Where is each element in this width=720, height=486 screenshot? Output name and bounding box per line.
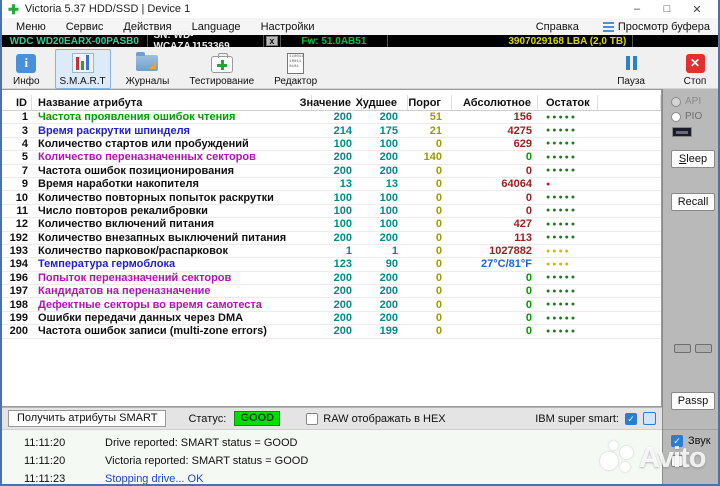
pause-icon (625, 56, 637, 70)
test-button[interactable]: Тестирование (184, 49, 259, 89)
menu-item-service[interactable]: Сервис (60, 21, 118, 33)
table-row[interactable]: 193 Количество парковок/распарковок 1 1 0 102… (2, 245, 661, 259)
device-firmware: Fw: 51.0AB51 (281, 35, 388, 47)
table-row[interactable]: 194 Температура гермоблока 123 90 0 27°C/81°F… (2, 258, 661, 272)
log-panel: 11:11:20 Drive reported: SMART status = G… (2, 429, 662, 484)
device-capacity: 3907029168 LBA (2,0 TB) (400, 35, 634, 47)
menu-item-menu[interactable]: Меню (10, 21, 60, 33)
status-label: Статус: (188, 412, 227, 425)
logs-button[interactable]: Журналы (121, 49, 175, 89)
raw-hex-checkbox-box[interactable] (306, 412, 319, 425)
maximize-button[interactable]: □ (652, 3, 682, 16)
device-model[interactable]: WDC WD20EARX-00PASB0 (2, 35, 148, 47)
header-value: Значение (300, 95, 362, 110)
app-plus-icon: ✚ (8, 1, 19, 17)
recall-button[interactable]: Recall (671, 193, 715, 211)
log-row: 11:11:20 Drive reported: SMART status = G… (24, 437, 298, 449)
log-entries: 11:11:20 Drive reported: SMART status = G… (2, 434, 662, 484)
api-radio-circle[interactable] (671, 96, 681, 107)
close-button[interactable]: ✕ (682, 3, 712, 16)
header-remain: Остаток (538, 95, 598, 110)
sound-label: Звук (688, 435, 711, 447)
table-row[interactable]: 196 Попыток переназначений секторов 200 200… (2, 272, 661, 286)
header-absolute: Абсолютное (452, 95, 538, 110)
menu-bar: Меню Сервис Действия Language Настройки … (2, 18, 718, 35)
buffer-view-button[interactable]: Просмотр буфера (593, 21, 710, 33)
menu-item-help[interactable]: Справка (530, 21, 593, 33)
smart-table-body: 1 Частота проявления ошибок чтения 200 200 5… (2, 111, 661, 339)
raw-hex-checkbox[interactable]: RAW отображать в HEX (306, 412, 446, 425)
table-row[interactable]: 197 Кандидатов на переназначение 200 200 0 0 ●… (2, 285, 661, 299)
device-bar: WDC WD20EARX-00PASB0 SN: WD-WCAZAJ153369… (2, 30, 718, 52)
stop-button[interactable]: ✕ Стоп (678, 49, 712, 89)
minimize-button[interactable]: – (622, 3, 652, 16)
victoria-window: ✚ Victoria 5.37 HDD/SSD | Device 1 – □ ✕… (0, 0, 720, 486)
status-bar: Получить атрибуты SMART Статус: GOOD RAW… (2, 407, 662, 429)
header-worst: Худшее (356, 95, 408, 110)
raw-hex-label: RAW отображать в HEX (323, 412, 446, 425)
folder-icon (136, 52, 159, 71)
table-row[interactable]: 5 Количество переназначенных секторов 200 2… (2, 151, 661, 165)
toolbar: i Инфо S.M.A.R.T Журналы Тестирование 11… (2, 47, 718, 89)
activity-led (672, 127, 692, 137)
table-row[interactable]: 7 Частота ошибок позиционирования 200 200 0 0… (2, 165, 661, 178)
stop-icon: ✕ (685, 53, 705, 73)
pause-button[interactable]: Пауза (612, 49, 650, 89)
table-row[interactable]: 200 Частота ошибок записи (multi-zone err… (2, 325, 661, 339)
second-checkbox[interactable] (671, 455, 711, 467)
table-row[interactable]: 4 Количество стартов или пробуждений 100 10… (2, 138, 661, 152)
log-row: 11:11:20 Victoria reported: SMART status … (24, 455, 309, 467)
window-title: Victoria 5.37 HDD/SSD | Device 1 (24, 3, 191, 15)
table-row[interactable]: 198 Дефектные секторы во время самотеста 2… (2, 298, 661, 312)
ibm-extra-toggle[interactable] (643, 412, 656, 425)
status-badge: GOOD (234, 411, 281, 426)
table-row[interactable]: 10 Количество повторных попыток раскрутки… (2, 191, 661, 205)
pio-radio-circle[interactable] (671, 111, 681, 122)
table-row[interactable]: 3 Время раскрутки шпинделя 214 175 21 4275 ●●●… (2, 124, 661, 138)
smart-button[interactable]: S.M.A.R.T (54, 49, 111, 89)
ibm-super-smart-checkbox[interactable]: ✓ (625, 412, 637, 425)
buffer-view-label: Просмотр буфера (617, 20, 710, 33)
table-row[interactable]: 192 Количество внезапных выключений питан… (2, 232, 661, 245)
smart-bars-icon (71, 53, 94, 73)
menu-item-settings[interactable]: Настройки (255, 21, 329, 33)
sleep-button[interactable]: Sleep (671, 150, 715, 168)
first-aid-icon (210, 53, 233, 73)
header-id: ID (2, 95, 32, 110)
ibm-super-smart-label: IBM super smart: (535, 412, 619, 425)
sound-checkbox[interactable]: ✓ Звук (671, 435, 711, 447)
table-row[interactable]: 199 Ошибки передачи данных через DMA 200 20… (2, 312, 661, 326)
log-row: 11:11:23 Stopping drive... OK (24, 473, 204, 484)
title-bar: ✚ Victoria 5.37 HDD/SSD | Device 1 – □ ✕ (2, 0, 718, 18)
editor-button[interactable]: 110011 10011 0101 Редактор (269, 49, 322, 89)
api-radio[interactable]: API (671, 96, 701, 107)
table-row[interactable]: 9 Время наработки накопителя 13 13 0 64064 ● (2, 178, 661, 192)
header-threshold: Порог (408, 95, 452, 110)
rail-small-button-2[interactable] (695, 344, 712, 353)
second-checkbox-box[interactable] (671, 455, 683, 467)
table-row[interactable]: 1 Частота проявления ошибок чтения 200 200 5… (2, 111, 661, 125)
device-serial: SN: WD-WCAZAJ153369 (148, 30, 264, 52)
smart-table-header: ID Название атрибута Значение Худшее Пор… (2, 95, 661, 111)
device-close-button[interactable]: x (265, 36, 278, 46)
table-row[interactable]: 11 Число повторов рекалибровки 100 100 0 0 ●●●… (2, 205, 661, 219)
pio-radio[interactable]: PIO (671, 111, 702, 122)
smart-table: ID Название атрибута Значение Худшее Пор… (2, 89, 662, 407)
info-button[interactable]: i Инфо (8, 49, 45, 89)
sound-checkbox-box[interactable]: ✓ (671, 435, 683, 447)
right-rail: API PIO Sleep Recall Passp ✓ Звук (662, 89, 718, 484)
get-smart-button[interactable]: Получить атрибуты SMART (8, 410, 167, 427)
header-name: Название атрибута (32, 95, 312, 110)
passp-button[interactable]: Passp (671, 392, 715, 410)
list-icon (602, 21, 614, 32)
rail-small-button-1[interactable] (674, 344, 691, 353)
info-icon: i (16, 53, 37, 73)
table-row[interactable]: 12 Количество включений питания 100 100 0 427… (2, 218, 661, 232)
hex-editor-icon: 110011 10011 0101 (287, 52, 305, 74)
